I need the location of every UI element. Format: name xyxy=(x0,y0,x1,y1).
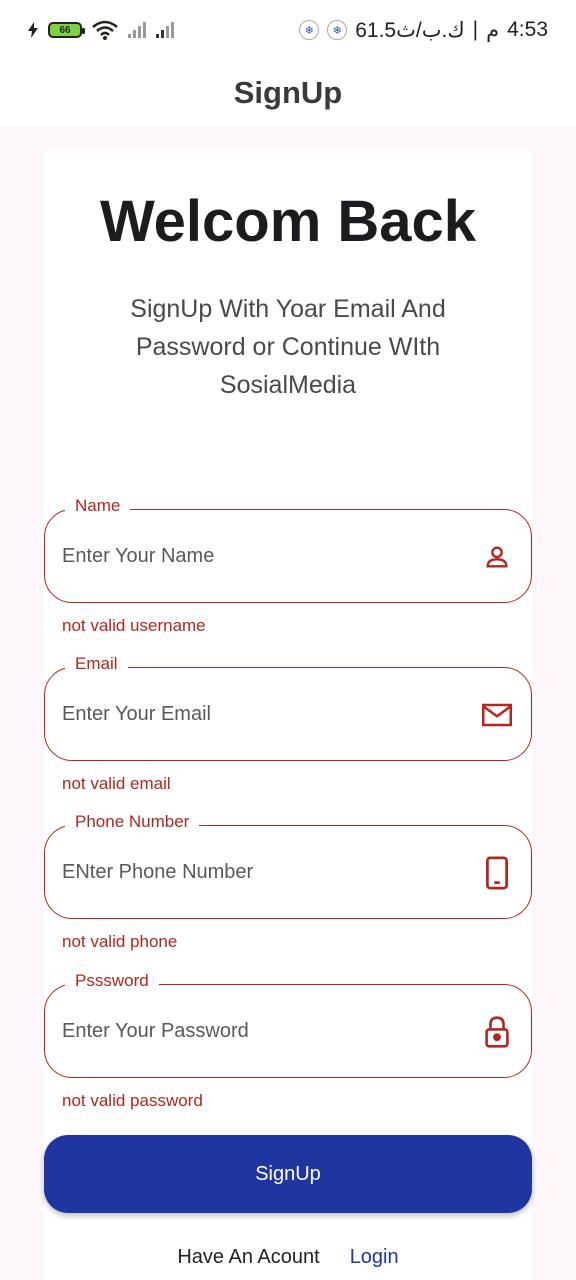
person-icon xyxy=(481,541,513,573)
login-link[interactable]: Login xyxy=(350,1246,399,1269)
ampm: م xyxy=(486,18,500,42)
charging-icon xyxy=(28,22,38,38)
notification-icon: ❄ xyxy=(299,20,320,40)
separator: | xyxy=(472,18,479,41)
signal-icon-2 xyxy=(156,22,174,38)
password-input[interactable] xyxy=(62,985,462,1077)
phone-error: not valid phone xyxy=(62,932,178,951)
email-input[interactable] xyxy=(62,668,462,760)
battery-level: 66 xyxy=(59,24,71,36)
have-account-text: Have An Acount xyxy=(177,1246,320,1268)
status-bar: 66 ❄ ❄ 61.5ك.ب/ث | م 4:53 xyxy=(0,0,576,60)
phone-icon xyxy=(481,856,513,890)
wifi-icon xyxy=(92,20,118,40)
app-bar: SignUp xyxy=(0,60,576,126)
signup-button[interactable]: SignUp xyxy=(44,1135,532,1213)
welcome-heading: Welcom Back xyxy=(99,189,477,254)
notification-icon-2: ❄ xyxy=(327,20,348,40)
welcome-subtitle: SignUp With Yoar Email And Password or C… xyxy=(130,295,446,399)
name-field[interactable]: Name xyxy=(44,496,532,603)
mail-icon xyxy=(481,699,513,731)
phone-field[interactable]: Phone Number xyxy=(44,812,532,919)
status-right: ❄ ❄ 61.5ك.ب/ث | م 4:53 xyxy=(299,18,548,43)
email-field[interactable]: Email xyxy=(44,654,532,761)
clock: 4:53 xyxy=(507,18,548,41)
phone-input[interactable] xyxy=(62,826,462,918)
login-prompt: Have An Acount Login xyxy=(0,1246,576,1269)
password-error: not valid password xyxy=(62,1091,203,1110)
page-title: SignUp xyxy=(233,75,343,110)
name-error: not valid username xyxy=(62,616,206,635)
name-input[interactable] xyxy=(62,510,462,602)
email-error: not valid email xyxy=(62,774,171,793)
signal-icon-1 xyxy=(128,22,146,38)
lock-icon xyxy=(481,1016,513,1048)
password-field[interactable]: Psssword xyxy=(44,971,532,1078)
status-left: 66 xyxy=(28,20,174,40)
battery-icon: 66 xyxy=(48,22,85,38)
network-speed: 61.5ك.ب/ث xyxy=(355,18,465,42)
